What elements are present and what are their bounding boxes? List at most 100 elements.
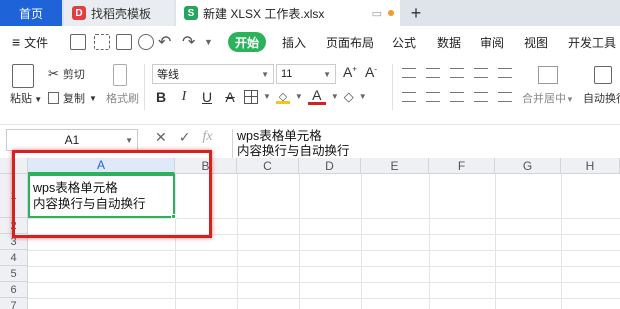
hamburger-icon: ≡ — [12, 34, 21, 50]
chevron-down-icon[interactable]: ▼ — [263, 92, 271, 101]
menu-insert[interactable]: 插入 — [282, 26, 306, 58]
row-header-7[interactable]: 7 — [0, 298, 28, 309]
italic-icon[interactable]: I — [175, 89, 193, 105]
ribbon-divider — [392, 64, 393, 110]
menu-formulas[interactable]: 公式 — [392, 26, 416, 58]
format-painter-button[interactable]: 格式刷 — [106, 90, 139, 106]
menu-file[interactable]: ≡ 文件 — [12, 26, 48, 58]
name-box[interactable]: A1 ▼ — [6, 129, 138, 151]
merge-center-button[interactable]: 合并居中▼ — [522, 90, 574, 106]
grid-line — [28, 282, 620, 283]
wrap-text-icon — [594, 66, 612, 84]
align-bottom-icon[interactable] — [450, 68, 464, 78]
outdent-icon[interactable] — [498, 68, 512, 78]
column-header-d[interactable]: D — [299, 158, 361, 174]
ribbon: 粘贴 ▼ ✂ 剪切 复制▼ 格式刷 等线 ▼ 11 ▼ A+ A- B I U — [0, 58, 620, 118]
cut-label: 剪切 — [62, 69, 85, 81]
distributed-icon[interactable] — [498, 92, 512, 102]
font-size-select[interactable]: 11 ▼ — [276, 64, 336, 84]
decrease-font-icon[interactable]: A- — [362, 64, 380, 80]
underline-icon[interactable]: U — [198, 89, 216, 105]
merge-center-label: 合并居中 — [522, 93, 566, 105]
tab-home[interactable]: 首页 — [0, 0, 62, 26]
quick-access-dropdown-icon[interactable]: ▼ — [204, 26, 213, 58]
grid-line — [495, 174, 496, 309]
chevron-down-icon[interactable]: ▼ — [359, 92, 367, 101]
new-tab-button[interactable]: + — [405, 0, 427, 26]
clear-format-icon[interactable]: ◇ — [344, 89, 354, 105]
font-name-value: 等线 — [157, 69, 179, 81]
paste-label: 粘贴 — [10, 93, 32, 105]
formula-input[interactable]: wps表格单元格 内容换行与自动换行 — [232, 129, 620, 161]
align-top-icon[interactable] — [402, 68, 416, 78]
strikethrough-icon[interactable]: A — [221, 89, 239, 105]
font-format-row: B I U A ▼ ◇ ▼ A ▼ ◇ ▼ — [152, 88, 367, 105]
menu-start[interactable]: 开始 — [228, 32, 266, 52]
indent-icon[interactable] — [474, 68, 488, 78]
name-box-value: A1 — [64, 133, 80, 147]
spreadsheet-grid[interactable]: A B C D E F G H 1 2 3 4 5 6 7 wps表格单元格 内… — [0, 150, 620, 309]
tab-bar: 首页 D 找稻壳模板 S 新建 XLSX 工作表.xlsx ▭ + — [0, 0, 620, 26]
row-header-6[interactable]: 6 — [0, 282, 28, 298]
merge-center-icon — [538, 66, 558, 84]
align-middle-icon[interactable] — [426, 68, 440, 78]
grid-line — [237, 174, 238, 309]
row-header-4[interactable]: 4 — [0, 250, 28, 266]
borders-icon[interactable] — [244, 89, 258, 104]
menu-data[interactable]: 数据 — [437, 26, 461, 58]
justify-icon[interactable] — [474, 92, 488, 102]
print-preview-icon[interactable] — [138, 34, 154, 50]
chevron-down-icon: ▼ — [261, 70, 269, 79]
column-header-h[interactable]: H — [561, 158, 620, 174]
tab-spreadsheet[interactable]: S 新建 XLSX 工作表.xlsx ▭ — [176, 0, 400, 26]
chevron-down-icon[interactable]: ▼ — [331, 92, 339, 101]
redo-icon[interactable]: ↷ — [182, 26, 195, 58]
print-icon[interactable] — [116, 34, 132, 50]
menu-file-label: 文件 — [24, 35, 49, 50]
copy-button[interactable]: 复制 ▼ — [48, 90, 97, 106]
ribbon-divider — [144, 64, 145, 110]
row-header-5[interactable]: 5 — [0, 266, 28, 282]
align-right-icon[interactable] — [450, 92, 464, 102]
monitor-icon[interactable]: ▭ — [372, 7, 382, 20]
align-center-icon[interactable] — [426, 92, 440, 102]
menu-review[interactable]: 审阅 — [480, 26, 504, 58]
insert-function-icon[interactable]: fx — [202, 129, 212, 146]
grid-line — [28, 250, 620, 251]
align-left-icon[interactable] — [402, 92, 416, 102]
menu-page-layout[interactable]: 页面布局 — [326, 26, 374, 58]
grid-line — [561, 174, 562, 309]
font-color-icon[interactable]: A — [307, 88, 326, 105]
cancel-icon[interactable]: ✕ — [155, 129, 167, 146]
cut-button[interactable]: ✂ 剪切 — [48, 66, 85, 82]
undo-icon[interactable]: ↶ — [158, 26, 171, 58]
auto-wrap-button[interactable]: 自动换行 — [583, 90, 620, 106]
tab-template-label: 找稻壳模板 — [91, 6, 152, 21]
paste-button[interactable]: 粘贴 ▼ — [10, 90, 42, 106]
increase-font-icon[interactable]: A+ — [341, 64, 359, 80]
column-header-f[interactable]: F — [429, 158, 495, 174]
font-size-value: 11 — [281, 68, 293, 80]
tab-template[interactable]: D 找稻壳模板 — [64, 0, 174, 26]
chevron-down-icon[interactable]: ▼ — [295, 92, 303, 101]
horizontal-align-group — [402, 92, 512, 102]
annotation-highlight-box — [12, 150, 212, 238]
save-icon[interactable] — [70, 34, 86, 50]
column-header-e[interactable]: E — [361, 158, 429, 174]
chevron-down-icon: ▼ — [323, 70, 331, 79]
grid-line — [429, 174, 430, 309]
menu-view[interactable]: 视图 — [524, 26, 548, 58]
fill-color-icon[interactable]: ◇ — [275, 90, 290, 104]
export-icon[interactable] — [94, 34, 110, 50]
paste-icon[interactable] — [12, 64, 34, 88]
confirm-icon[interactable]: ✓ — [179, 129, 191, 146]
column-header-g[interactable]: G — [495, 158, 561, 174]
copy-label: 复制 — [63, 93, 85, 105]
formula-line-2: 内容换行与自动换行 — [237, 144, 350, 158]
font-name-select[interactable]: 等线 ▼ — [152, 64, 274, 84]
column-header-c[interactable]: C — [237, 158, 299, 174]
bold-icon[interactable]: B — [152, 89, 170, 105]
formula-actions: ✕ ✓ fx — [155, 129, 213, 146]
menu-dev-tools[interactable]: 开发工具 — [568, 26, 616, 58]
menu-bar: ≡ 文件 ↶ ↷ ▼ 开始 插入 页面布局 公式 数据 审阅 视图 开发工具 — [0, 26, 620, 58]
